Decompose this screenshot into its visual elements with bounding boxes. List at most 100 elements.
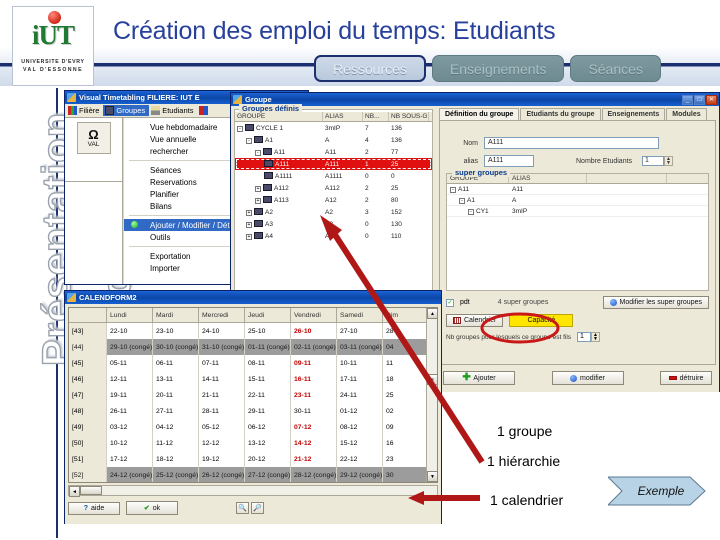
- calendar-cell-date[interactable]: 07-12: [291, 419, 337, 435]
- zoom-out-icon[interactable]: 🔍: [236, 502, 249, 514]
- calendform2-window[interactable]: CALENDFORM2 Lundi Mardi Mercredi Jeudi V…: [64, 290, 442, 524]
- calendar-cell-date[interactable]: 28-11: [199, 403, 245, 419]
- calendar-cell-date[interactable]: 23: [383, 451, 429, 467]
- tree-toggle-icon[interactable]: -: [246, 138, 252, 144]
- minimize-button[interactable]: _: [682, 94, 693, 105]
- calendar-cell-date[interactable]: 20-11: [153, 387, 199, 403]
- scroll-thumb-icon[interactable]: ≡: [427, 374, 437, 385]
- nb-etudiants-value[interactable]: 1: [642, 156, 665, 166]
- val-shortcut-button[interactable]: Ω VAL: [76, 122, 111, 154]
- list-item[interactable]: - A11 A11: [447, 184, 708, 195]
- calendar-cell-date[interactable]: 03-12: [107, 419, 153, 435]
- calendar-cell-date[interactable]: 24-11: [337, 387, 383, 403]
- calendar-cell-date[interactable]: 22-12: [337, 451, 383, 467]
- capacite-button[interactable]: Capacité: [509, 314, 574, 327]
- calendar-cell-date[interactable]: 26-12 (congé): [199, 467, 245, 482]
- calendar-cell-date[interactable]: 22-11: [245, 387, 291, 403]
- calendar-cell-date[interactable]: 06-11: [153, 355, 199, 371]
- calendar-cell-date[interactable]: 30-10 (congé): [153, 339, 199, 355]
- calendar-cell-date[interactable]: 24-10: [199, 323, 245, 339]
- calendar-row[interactable]: [48] 26-11 27-11 28-11 29-11 30-11 01-12 02: [69, 403, 437, 419]
- calendar-cell-date[interactable]: 13-11: [153, 371, 199, 387]
- tree-toggle-icon[interactable]: -: [450, 186, 456, 193]
- calendar-cell-date[interactable]: 15-11: [245, 371, 291, 387]
- detruire-button[interactable]: détruire: [660, 371, 712, 385]
- calendar-cell-date[interactable]: 28: [383, 323, 429, 339]
- calendar-row[interactable]: [51] 17-12 18-12 19-12 20-12 21-12 22-12 23: [69, 451, 437, 467]
- calendar-cell-date[interactable]: 29-12 (congé): [337, 467, 383, 482]
- toolbar-groupes[interactable]: Groupes: [103, 105, 150, 116]
- scroll-left-icon[interactable]: ◄: [69, 486, 80, 497]
- close-button[interactable]: ✕: [706, 94, 717, 105]
- table-row[interactable]: A1111 A1111 0 0: [235, 170, 432, 182]
- calendar-cell-date[interactable]: 26-10: [291, 323, 337, 339]
- calendar-row[interactable]: [50] 10-12 11-12 12-12 13-12 14-12 15-12 16: [69, 435, 437, 451]
- calendar-cell-date[interactable]: 25: [383, 387, 429, 403]
- calendar-cell-date[interactable]: 17-12: [107, 451, 153, 467]
- fils-stepper-arrows-icon[interactable]: ▲ ▼: [591, 332, 601, 342]
- pdt-checkbox[interactable]: ✓: [446, 298, 454, 307]
- table-row[interactable]: + A3 A3 0 130: [235, 218, 432, 230]
- calendar-row[interactable]: [43] 22-10 23-10 24-10 25-10 26-10 27-10 28: [69, 323, 437, 339]
- calendar-cell-date[interactable]: 30: [383, 467, 429, 482]
- calendar-cell-date[interactable]: 14-12: [291, 435, 337, 451]
- calendar-cell-date[interactable]: 02: [383, 403, 429, 419]
- table-row[interactable]: + A113 A12 2 80: [235, 194, 432, 206]
- tree-toggle-icon[interactable]: -: [255, 150, 261, 156]
- scroll-up-icon[interactable]: ▲: [427, 308, 437, 319]
- calendar-cell-date[interactable]: 04: [383, 339, 429, 355]
- calendar-cell-date[interactable]: 28-12 (congé): [291, 467, 337, 482]
- aide-button[interactable]: ? aide: [68, 501, 120, 515]
- toolbar-filiere[interactable]: Filière: [66, 105, 103, 116]
- calendar-cell-date[interactable]: 20-12: [245, 451, 291, 467]
- list-item[interactable]: - A1 A: [447, 195, 708, 206]
- stepper-arrows-icon[interactable]: ▲ ▼: [664, 156, 674, 166]
- calendar-cell-date[interactable]: 24-12 (congé): [107, 467, 153, 482]
- maximize-button[interactable]: □: [694, 94, 705, 105]
- calendar-cell-date[interactable]: 23-11: [291, 387, 337, 403]
- calendar-cell-date[interactable]: 30-11: [291, 403, 337, 419]
- nom-field[interactable]: A111: [484, 137, 659, 149]
- window-controls[interactable]: _ □ ✕: [682, 94, 717, 105]
- tab-ressources[interactable]: Ressources: [314, 55, 426, 82]
- calendar-titlebar[interactable]: CALENDFORM2: [65, 291, 441, 304]
- calendar-cell-date[interactable]: 05-12: [199, 419, 245, 435]
- calendar-cell-date[interactable]: 27-11: [153, 403, 199, 419]
- modifier-button[interactable]: modifier: [551, 371, 624, 385]
- zoom-in-icon[interactable]: 🔎: [251, 502, 264, 514]
- calendar-cell-date[interactable]: 06-12: [245, 419, 291, 435]
- calendar-cell-date[interactable]: 08-12: [337, 419, 383, 435]
- calendar-cell-date[interactable]: 08-11: [245, 355, 291, 371]
- calendar-cell-date[interactable]: 11-12: [153, 435, 199, 451]
- calendar-cell-date[interactable]: 05-11: [107, 355, 153, 371]
- scroll-down-icon[interactable]: ▼: [427, 471, 437, 482]
- tab-seances[interactable]: Séances: [570, 55, 661, 82]
- tree-toggle-icon[interactable]: +: [246, 210, 252, 216]
- calendar-cell-date[interactable]: 11: [383, 355, 429, 371]
- calendar-cell-date[interactable]: 29-11: [245, 403, 291, 419]
- toolbar-overflow[interactable]: [197, 105, 212, 116]
- tree-rows[interactable]: - CYCLE 1 3mIP 7 136- A1 A 4 136- A11 A11 2 77 A111 A1…: [235, 122, 432, 242]
- table-row[interactable]: + A112 A112 2 25: [235, 182, 432, 194]
- ok-button[interactable]: ✔ ok: [126, 501, 178, 515]
- tab-enseignements[interactable]: Enseignements: [431, 55, 565, 82]
- modifier-super-groupes-button[interactable]: Modifier les super groupes: [602, 296, 709, 309]
- calendrier-button[interactable]: Calendrier: [446, 314, 504, 327]
- calendar-cell-date[interactable]: 15-12: [337, 435, 383, 451]
- calendar-cell-date[interactable]: 02-11 (congé): [291, 339, 337, 355]
- tree-toggle-icon[interactable]: +: [255, 186, 261, 192]
- calendar-cell-date[interactable]: 26-11: [107, 403, 153, 419]
- calendar-cell-date[interactable]: 01-12: [337, 403, 383, 419]
- calendar-row[interactable]: [49] 03-12 04-12 05-12 06-12 07-12 08-12 09: [69, 419, 437, 435]
- calendar-cell-date[interactable]: 31-10 (congé): [199, 339, 245, 355]
- calendar-cell-date[interactable]: 19-12: [199, 451, 245, 467]
- calendar-cell-date[interactable]: 09: [383, 419, 429, 435]
- calendar-cell-date[interactable]: 19-11: [107, 387, 153, 403]
- calendar-cell-date[interactable]: 12-11: [107, 371, 153, 387]
- calendar-cell-date[interactable]: 27-12 (congé): [245, 467, 291, 482]
- tab-etudiants-du-groupe[interactable]: Etudiants du groupe: [520, 108, 601, 120]
- calendar-row[interactable]: [45] 05-11 06-11 07-11 08-11 09-11 10-11 11: [69, 355, 437, 371]
- calendar-cell-date[interactable]: 10-11: [337, 355, 383, 371]
- ajouter-button[interactable]: ✚ Ajouter: [443, 371, 515, 385]
- calendar-cell-date[interactable]: 14-11: [199, 371, 245, 387]
